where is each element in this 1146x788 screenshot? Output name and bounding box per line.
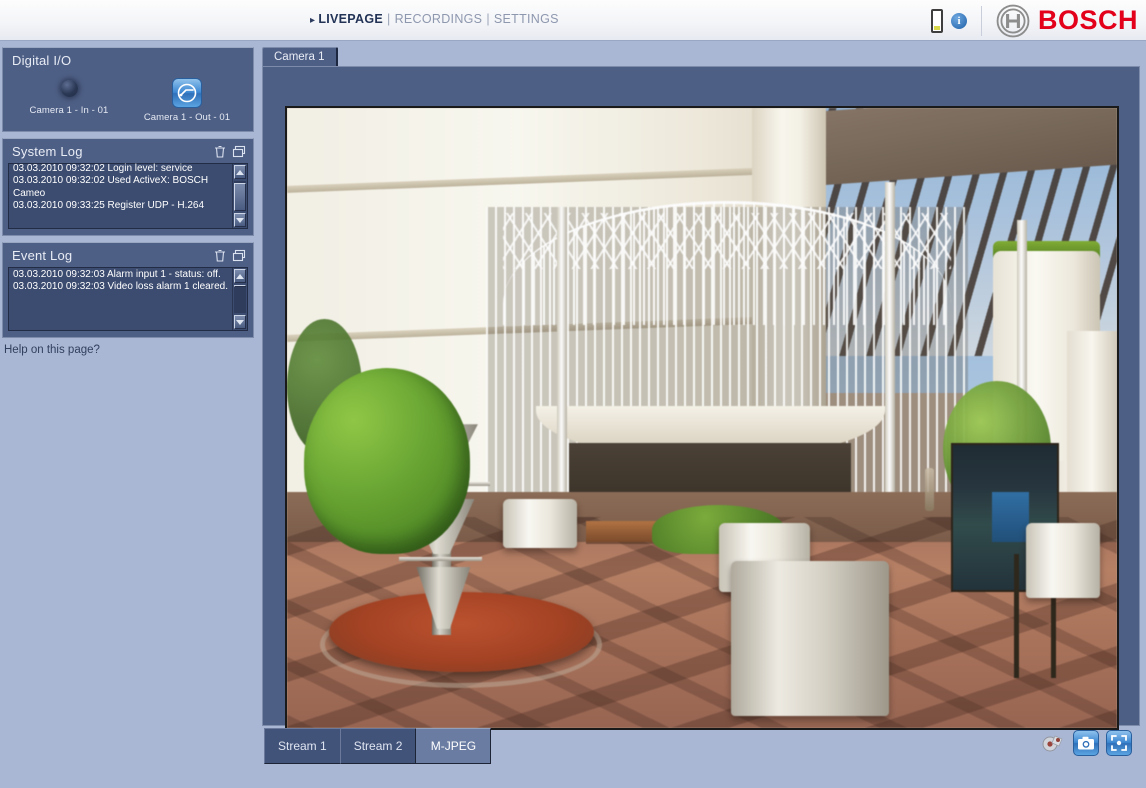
event-log-box: 03.03.2010 09:32:03 Alarm input 1 - stat…	[8, 267, 248, 331]
nav-item-recordings[interactable]: RECORDINGS	[395, 12, 483, 26]
header-right-cluster: i BOSCH	[930, 0, 1142, 41]
recording-indicator-icon[interactable]	[1040, 730, 1066, 756]
main-navigation: ▸ LIVEPAGE | RECORDINGS | SETTINGS	[310, 12, 559, 26]
event-log-scrollbar[interactable]	[232, 268, 247, 330]
trash-icon[interactable]	[214, 145, 226, 158]
event-log-panel: Event Log 03.03.2010 09:32:03 Alarm inpu…	[2, 242, 254, 338]
tab-camera-1[interactable]: Camera 1	[262, 47, 338, 66]
digital-io-body: Camera 1 - In - 01 Camera 1 - Out - 01	[8, 72, 248, 125]
event-log-header: Event Log	[8, 247, 248, 267]
event-log-entries: 03.03.2010 09:32:03 Alarm input 1 - stat…	[13, 269, 228, 293]
nav-item-livepage[interactable]: LIVEPAGE	[318, 12, 383, 26]
digital-output-label: Camera 1 - Out - 01	[143, 112, 231, 123]
help-link[interactable]: Help on this page?	[4, 344, 254, 356]
main-content: Camera 1 Stream 1 Stream 2 M-JPEG	[262, 47, 1140, 782]
input-led-icon	[60, 80, 78, 97]
nav-item-settings[interactable]: SETTINGS	[494, 12, 559, 26]
nav-separator: |	[387, 12, 391, 26]
new-window-icon[interactable]	[232, 145, 246, 158]
system-log-box: 03.03.2010 09:32:02 Login level: service…	[8, 163, 248, 229]
system-log-entries: 03.03.2010 09:32:02 Login level: service…	[13, 163, 209, 212]
new-window-icon[interactable]	[232, 249, 246, 262]
event-log-tools	[214, 249, 246, 262]
digital-output-cell: Camera 1 - Out - 01	[128, 78, 246, 123]
info-icon[interactable]: i	[950, 12, 967, 29]
scroll-up-button[interactable]	[234, 269, 246, 283]
stream-tab-2[interactable]: Stream 2	[339, 728, 417, 764]
digital-input-label: Camera 1 - In - 01	[29, 105, 109, 116]
nav-separator: |	[486, 12, 490, 26]
digital-io-panel: Digital I/O Camera 1 - In - 01 Camera 1 …	[2, 47, 254, 132]
system-log-panel: System Log 03.03.2010 09:32:02 Login lev…	[2, 138, 254, 236]
scroll-up-button[interactable]	[234, 165, 246, 179]
scroll-thumb[interactable]	[234, 285, 246, 287]
nav-arrow-icon: ▸	[310, 15, 316, 26]
digital-io-title: Digital I/O	[12, 53, 72, 68]
livepage-root: ▸ LIVEPAGE | RECORDINGS | SETTINGS i BOSCH Di…	[0, 0, 1146, 788]
camera-tabbar: Camera 1	[262, 47, 1140, 66]
page-bottom-gutter	[0, 782, 1146, 788]
bosch-emblem-icon	[996, 4, 1030, 37]
stream-tabs: Stream 1 Stream 2 M-JPEG	[264, 728, 492, 764]
trash-icon[interactable]	[214, 249, 226, 262]
live-video-image	[287, 108, 1117, 728]
scroll-down-button[interactable]	[234, 315, 246, 329]
video-panel	[262, 66, 1140, 730]
scroll-thumb[interactable]	[234, 183, 246, 211]
scroll-track[interactable]	[234, 181, 246, 211]
video-tool-buttons	[1040, 730, 1132, 756]
system-log-header: System Log	[8, 143, 248, 163]
left-sidebar: Digital I/O Camera 1 - In - 01 Camera 1 …	[2, 47, 254, 356]
page-right-gutter	[1140, 41, 1146, 788]
snapshot-icon[interactable]	[1073, 730, 1099, 756]
stream-tab-1[interactable]: Stream 1	[264, 728, 341, 764]
bosch-wordmark: BOSCH	[1037, 5, 1138, 35]
scroll-track[interactable]	[234, 285, 246, 313]
video-frame[interactable]	[285, 106, 1119, 730]
battery-icon	[930, 8, 943, 33]
system-log-tools	[214, 145, 246, 158]
event-log-title: Event Log	[12, 248, 73, 263]
relay-output-button[interactable]	[172, 78, 202, 108]
scroll-down-button[interactable]	[234, 213, 246, 227]
system-log-title: System Log	[12, 144, 83, 159]
digital-io-header: Digital I/O	[8, 52, 248, 72]
app-header: ▸ LIVEPAGE | RECORDINGS | SETTINGS i BOSCH	[0, 0, 1146, 41]
system-log-scrollbar[interactable]	[232, 164, 247, 228]
video-bottom-bar: Stream 1 Stream 2 M-JPEG	[262, 726, 1140, 768]
digital-input-cell: Camera 1 - In - 01	[10, 78, 128, 123]
stream-tab-mjpeg[interactable]: M-JPEG	[415, 728, 492, 764]
fullscreen-icon[interactable]	[1106, 730, 1132, 756]
relay-icon	[177, 83, 197, 103]
header-divider	[980, 5, 982, 36]
